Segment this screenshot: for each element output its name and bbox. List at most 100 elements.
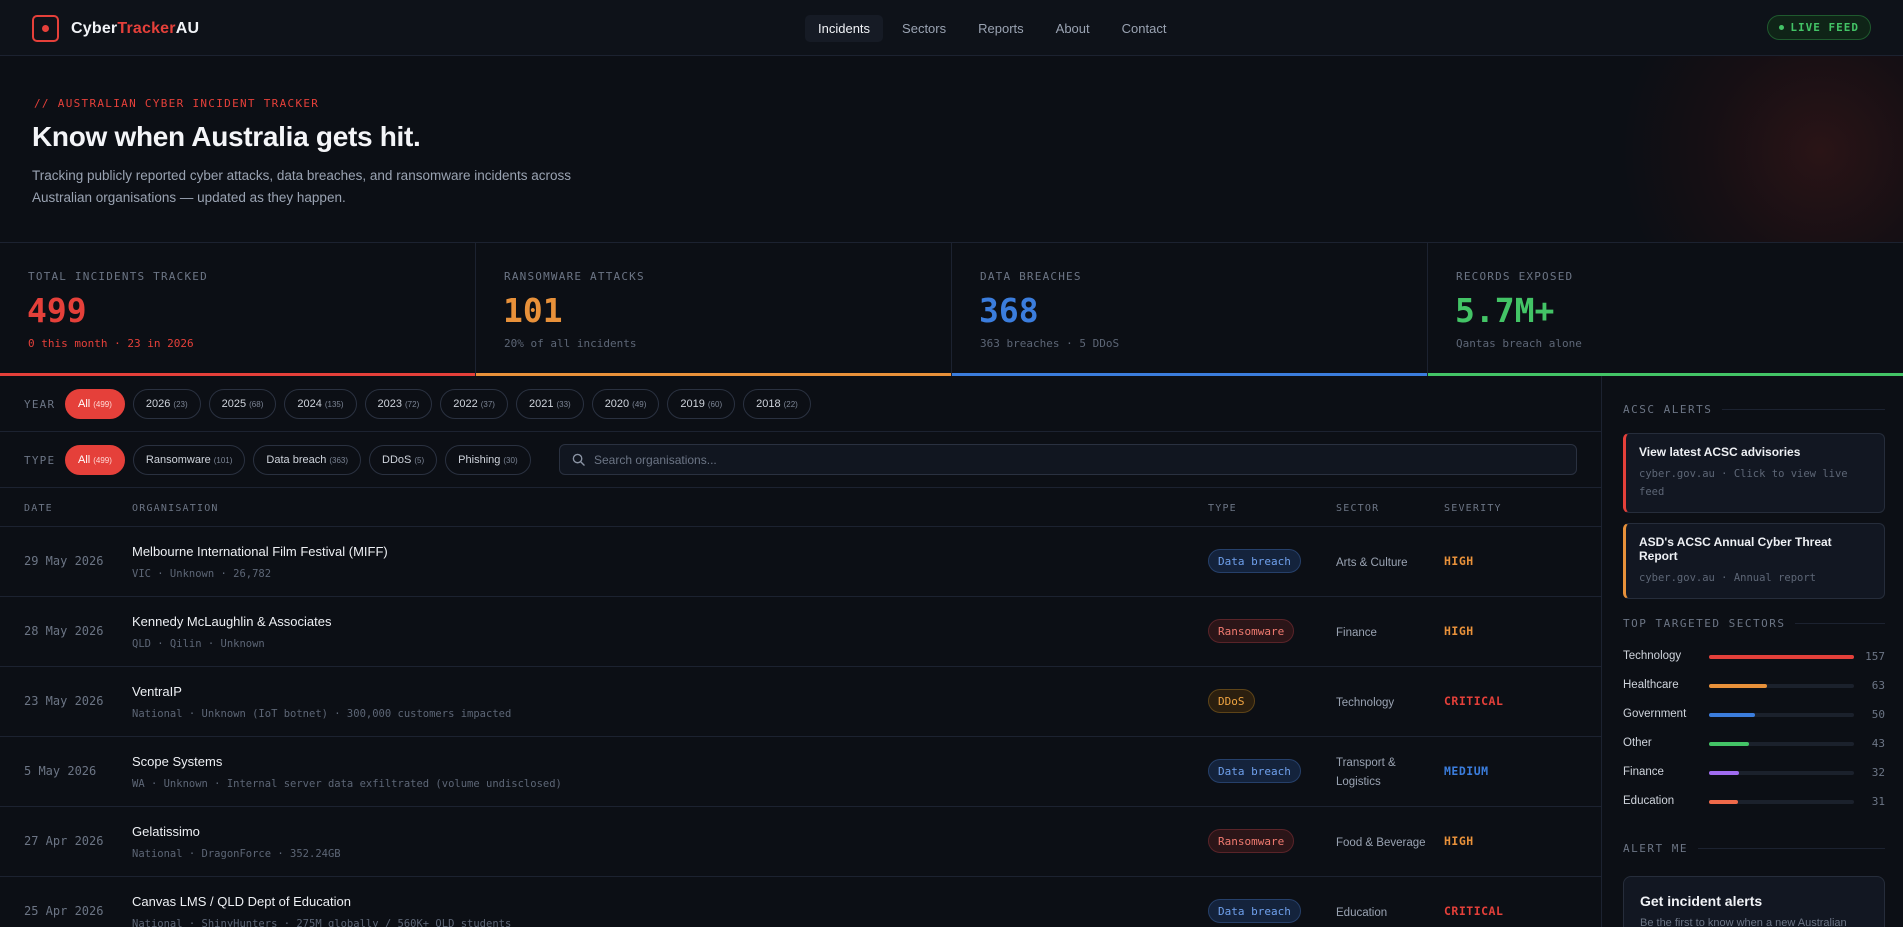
sector-name: Healthcare: [1623, 679, 1679, 691]
live-feed-badge[interactable]: LIVE FEED: [1767, 15, 1871, 40]
sector-name: Finance: [1623, 766, 1664, 778]
year-chip-2023[interactable]: 2023 (72): [364, 389, 433, 419]
type-badge: DDoS: [1208, 689, 1255, 713]
incident-sector: Education: [1336, 907, 1388, 919]
col-sector[interactable]: SECTOR: [1336, 503, 1379, 514]
col-type[interactable]: TYPE: [1208, 503, 1237, 514]
sector-count: 157: [1865, 650, 1885, 663]
search-box[interactable]: [559, 444, 1577, 475]
sector-bar-row[interactable]: Government 50: [1623, 707, 1885, 723]
table-row[interactable]: 29 May 2026 Melbourne International Film…: [0, 527, 1602, 597]
nav-sectors[interactable]: Sectors: [889, 15, 959, 42]
year-chip-2021[interactable]: 2021 (33): [515, 389, 584, 419]
logo-icon: [32, 15, 59, 42]
table-row[interactable]: 27 Apr 2026 Gelatissimo National · Drago…: [0, 807, 1602, 877]
year-filter-row: YEAR All (499) 2026 (23) 2025 (68) 2024 (135…: [0, 376, 1602, 432]
sector-bar-row[interactable]: Healthcare 63: [1623, 678, 1885, 694]
incident-org[interactable]: Kennedy McLaughlin & Associates: [132, 614, 331, 629]
acsc-alerts-heading: ACSC ALERTS: [1623, 403, 1885, 416]
incident-sector: Transport & Logistics: [1336, 757, 1396, 788]
sector-bar-fill: [1709, 684, 1768, 688]
stat-label: RANSOMWARE ATTACKS: [504, 270, 645, 283]
sector-bar-track: [1709, 800, 1854, 804]
type-badge: Data breach: [1208, 759, 1301, 783]
hero-eyebrow: // AUSTRALIAN CYBER INCIDENT TRACKER: [34, 97, 320, 110]
year-chip-2025[interactable]: 2025 (68): [208, 389, 277, 419]
incident-sector: Technology: [1336, 697, 1395, 709]
year-chip-2026[interactable]: 2026 (23): [132, 389, 201, 419]
year-filter-label: YEAR: [24, 398, 56, 411]
col-severity[interactable]: SEVERITY: [1444, 503, 1502, 514]
incident-date: 28 May 2026: [24, 624, 104, 638]
stat-value: 499: [27, 291, 87, 330]
incident-org[interactable]: VentraIP: [132, 684, 182, 699]
sidebar: ACSC ALERTS View latest ACSC advisories …: [1603, 376, 1903, 927]
logo[interactable]: CyberTrackerAU: [32, 15, 199, 42]
incident-org[interactable]: Scope Systems: [132, 754, 222, 769]
year-chip-2022[interactable]: 2022 (37): [440, 389, 508, 419]
sector-bar-track: [1709, 771, 1854, 775]
type-chip-ransomware[interactable]: Ransomware (101): [132, 445, 246, 475]
sector-bar-track: [1709, 713, 1854, 717]
nav-incidents[interactable]: Incidents: [805, 15, 884, 42]
incidents-panel: YEAR All (499) 2026 (23) 2025 (68) 2024 (135…: [0, 376, 1602, 927]
severity-label: HIGH: [1444, 834, 1474, 848]
year-chip-2018[interactable]: 2018 (22): [743, 389, 811, 419]
incident-org[interactable]: Melbourne International Film Festival (M…: [132, 544, 388, 559]
type-chip-phishing[interactable]: Phishing (30): [445, 445, 531, 475]
alert-title: ASD's ACSC Annual Cyber Threat Report: [1639, 535, 1832, 563]
stat-sub: 363 breaches · 5 DDoS: [980, 337, 1120, 350]
nav-reports[interactable]: Reports: [965, 15, 1037, 42]
incident-meta: National · Unknown (IoT botnet) · 300,00…: [132, 708, 512, 720]
col-date[interactable]: DATE: [24, 503, 53, 514]
stats-strip: TOTAL INCIDENTS TRACKED 499 0 this month…: [0, 243, 1903, 376]
table-header: DATE ORGANISATION TYPE SECTOR SEVERITY: [0, 490, 1602, 527]
incident-org[interactable]: Canvas LMS / QLD Dept of Education: [132, 894, 351, 909]
col-organisation[interactable]: ORGANISATION: [132, 503, 219, 514]
incident-org[interactable]: Gelatissimo: [132, 824, 200, 839]
type-chip-ddos[interactable]: DDoS (5): [369, 445, 438, 475]
incident-date: 25 Apr 2026: [24, 904, 104, 918]
incident-alerts-card[interactable]: Get incident alerts Be the first to know…: [1623, 876, 1885, 927]
year-chip-2024[interactable]: 2024 (135): [284, 389, 357, 419]
sector-bar-fill: [1709, 742, 1749, 746]
table-row[interactable]: 23 May 2026 VentraIP National · Unknown …: [0, 667, 1602, 737]
sector-bar-fill: [1709, 771, 1739, 775]
sector-count: 43: [1871, 737, 1885, 750]
type-chip-all[interactable]: All (499): [65, 445, 125, 475]
year-chip-2019[interactable]: 2019 (60): [667, 389, 736, 419]
hero: // AUSTRALIAN CYBER INCIDENT TRACKER Kno…: [0, 56, 1903, 243]
nav-contact[interactable]: Contact: [1109, 15, 1180, 42]
sector-bar-row[interactable]: Technology 157: [1623, 649, 1885, 665]
acsc-advisories-card[interactable]: View latest ACSC advisories cyber.gov.au…: [1623, 433, 1885, 513]
nav-about[interactable]: About: [1043, 15, 1103, 42]
incident-meta: QLD · Qilin · Unknown: [132, 638, 265, 650]
top-nav: CyberTrackerAU Incidents Sectors Reports…: [0, 0, 1903, 56]
incident-meta: WA · Unknown · Internal server data exfi…: [132, 778, 562, 790]
sector-count: 31: [1871, 795, 1885, 808]
severity-label: HIGH: [1444, 624, 1474, 638]
stat-sub: 0 this month · 23 in 2026: [28, 337, 194, 350]
incident-sector: Arts & Culture: [1336, 557, 1408, 569]
sector-bar-row[interactable]: Other 43: [1623, 736, 1885, 752]
incident-date: 27 Apr 2026: [24, 834, 104, 848]
stat-label: DATA BREACHES: [980, 270, 1082, 283]
search-input[interactable]: [594, 452, 1548, 467]
year-chip-all[interactable]: All (499): [65, 389, 125, 419]
sector-count: 32: [1871, 766, 1885, 779]
table-row[interactable]: 5 May 2026 Scope Systems WA · Unknown · …: [0, 737, 1602, 807]
type-chip-data-breach[interactable]: Data breach (363): [253, 445, 362, 475]
table-row[interactable]: 25 Apr 2026 Canvas LMS / QLD Dept of Edu…: [0, 877, 1602, 927]
table-row[interactable]: 28 May 2026 Kennedy McLaughlin & Associa…: [0, 597, 1602, 667]
stat-sub: Qantas breach alone: [1456, 337, 1582, 350]
year-chip-2020[interactable]: 2020 (49): [591, 389, 660, 419]
sector-bar-track: [1709, 742, 1854, 746]
year-chips: All (499) 2026 (23) 2025 (68) 2024 (135) 202…: [65, 389, 811, 419]
stat-label: RECORDS EXPOSED: [1456, 270, 1574, 283]
sector-bar-row[interactable]: Education 31: [1623, 794, 1885, 810]
sector-count: 63: [1871, 679, 1885, 692]
severity-label: CRITICAL: [1444, 904, 1504, 918]
acsc-report-card[interactable]: ASD's ACSC Annual Cyber Threat Report cy…: [1623, 523, 1885, 599]
alert-sub: cyber.gov.au · Annual report: [1639, 572, 1817, 584]
sector-bar-row[interactable]: Finance 32: [1623, 765, 1885, 781]
